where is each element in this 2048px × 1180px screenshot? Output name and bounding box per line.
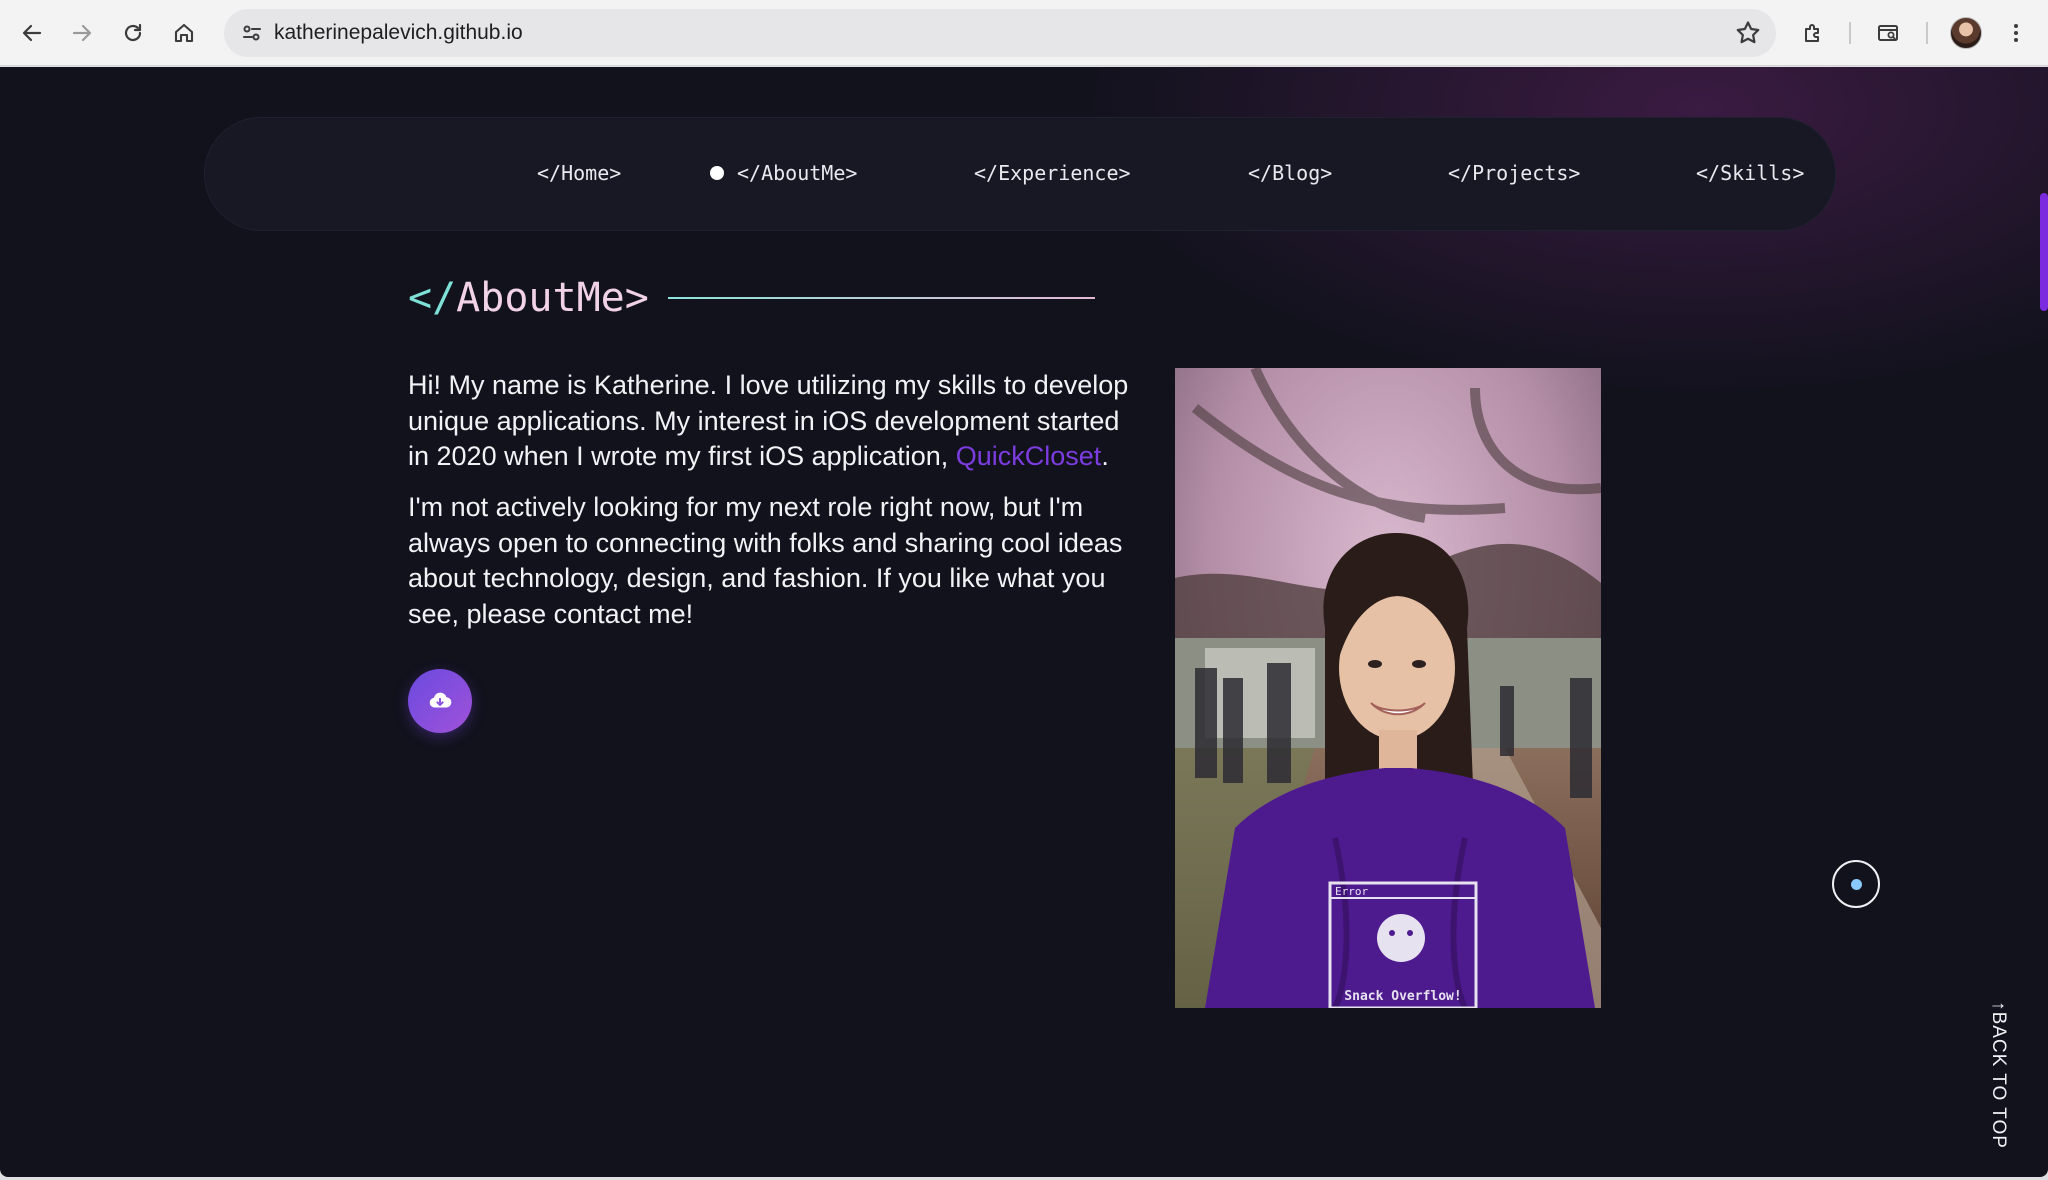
home-icon (174, 23, 194, 43)
site-info-icon[interactable] (236, 17, 268, 49)
browser-toolbar: katherinepalevich.github.io (0, 0, 2048, 66)
url-text[interactable]: katherinepalevich.github.io (274, 9, 523, 57)
toolbar-divider (1926, 22, 1928, 44)
reading-mode-button[interactable] (1868, 13, 1908, 53)
puzzle-icon (1805, 24, 1819, 42)
back-to-top-text: ↑BACK TO TOP (1988, 1001, 2009, 1149)
menu-button[interactable] (1996, 13, 2036, 53)
reload-icon (124, 23, 142, 42)
arrow-left-icon (22, 24, 42, 42)
nav-skills[interactable]: </Skills> (1696, 157, 1804, 189)
about-paragraph-1: Hi! My name is Katherine. I love utilizi… (408, 368, 1138, 475)
address-bar[interactable]: katherinepalevich.github.io (224, 9, 1776, 57)
about-text-end: . (1101, 441, 1109, 471)
cloud-download-icon (429, 692, 452, 708)
bookmark-star-icon[interactable] (1734, 19, 1762, 47)
shirt-caption: Snack Overflow! (1344, 989, 1461, 1004)
cursor-indicator (1832, 860, 1880, 908)
tab-search-icon (1878, 25, 1898, 41)
profile-photo: Error Snack Overflow! (1175, 368, 1601, 1008)
quickcloset-link[interactable]: QuickCloset (956, 441, 1102, 471)
nav-experience[interactable]: </Experience> (974, 157, 1131, 189)
title-divider (668, 297, 1095, 299)
profile-avatar[interactable] (1950, 17, 1982, 49)
nav-blog[interactable]: </Blog> (1248, 157, 1332, 189)
scrollbar-thumb[interactable] (2040, 193, 2048, 311)
back-button[interactable] (12, 13, 52, 53)
back-to-top-link[interactable]: ↑BACK TO TOP (1982, 997, 2010, 1157)
arrow-right-icon (72, 24, 92, 42)
nav-home[interactable]: </Home> (537, 157, 621, 189)
kebab-menu-icon (2014, 24, 2018, 42)
toolbar-divider (1849, 22, 1851, 44)
reload-button[interactable] (113, 13, 153, 53)
extensions-button[interactable] (1793, 13, 1833, 53)
title-word: AboutMe> (456, 275, 649, 321)
active-nav-indicator (710, 166, 724, 180)
nav-projects[interactable]: </Projects> (1448, 157, 1580, 189)
title-slash: </ (408, 275, 457, 321)
shirt-window-title: Error (1335, 885, 1368, 898)
forward-button[interactable] (62, 13, 102, 53)
download-resume-button[interactable] (408, 669, 472, 733)
page-viewport: </Home> </AboutMe> </Experience> </Blog>… (0, 67, 2048, 1177)
nav-aboutme[interactable]: </AboutMe> (737, 157, 857, 189)
home-button[interactable] (164, 13, 204, 53)
about-paragraph-2: I'm not actively looking for my next rol… (408, 492, 1123, 629)
section-title: </AboutMe> (408, 272, 649, 324)
